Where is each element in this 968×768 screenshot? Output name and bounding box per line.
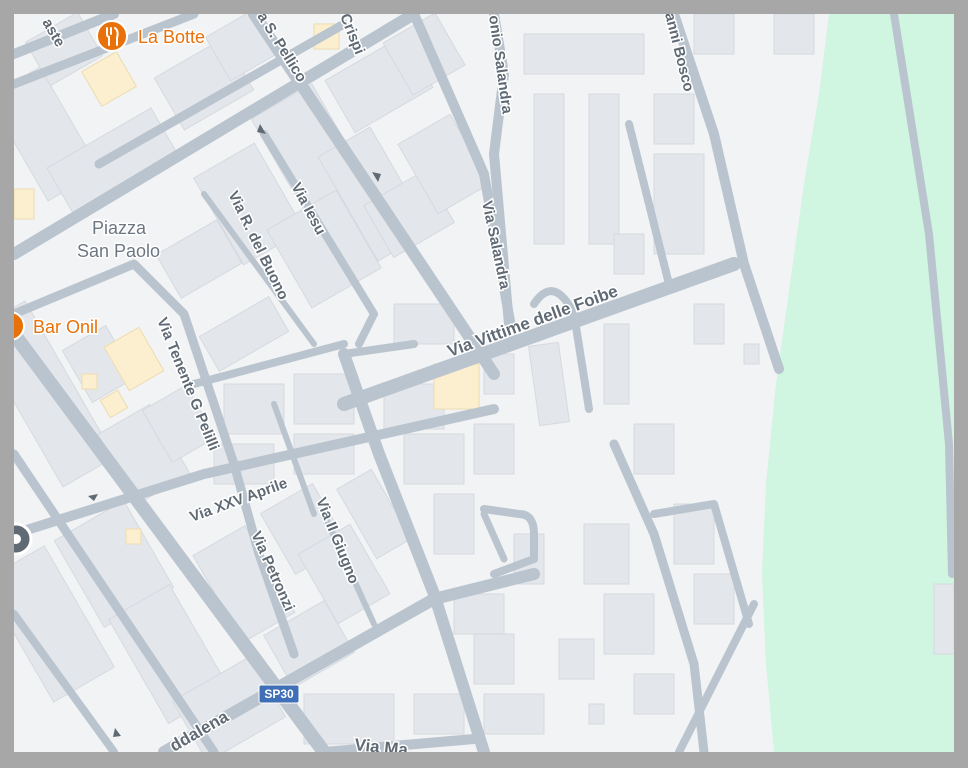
street-label: Via Ma <box>354 735 410 752</box>
route-shield-sp30: SP30 <box>258 684 300 704</box>
shield-label: SP30 <box>264 687 294 701</box>
poi-la-botte[interactable]: La Botte <box>96 20 207 52</box>
place-label: San Paolo <box>77 241 160 261</box>
map-canvas[interactable]: aste a S. Pellico Crispi onio Salandra a… <box>14 14 954 752</box>
poi-label: Bar Onil <box>33 317 98 337</box>
restaurant-icon <box>96 20 128 52</box>
poi-label: La Botte <box>138 27 205 47</box>
street-label: onio Salandra <box>485 14 516 115</box>
street-label: Via Salandra <box>478 199 513 291</box>
place-label: Piazza <box>92 218 147 238</box>
map-frame: aste a S. Pellico Crispi onio Salandra a… <box>14 14 954 752</box>
park-area <box>762 14 954 752</box>
place-marker[interactable] <box>14 522 33 556</box>
street-label: Crispi <box>336 14 368 57</box>
